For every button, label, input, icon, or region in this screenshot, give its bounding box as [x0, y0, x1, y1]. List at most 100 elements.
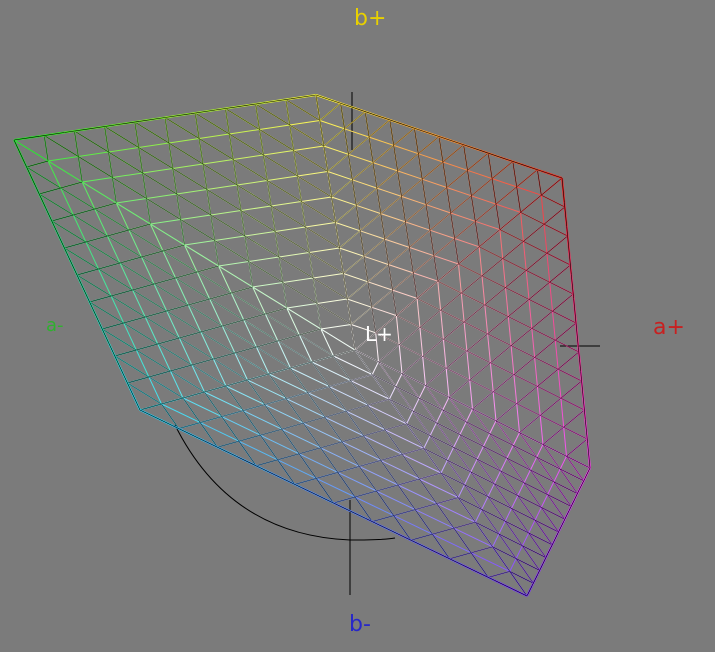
mesh-edge	[429, 230, 435, 256]
mesh-edge	[469, 379, 494, 392]
mesh-edge	[55, 229, 67, 253]
mesh-edge	[552, 311, 556, 341]
mesh-edge	[465, 408, 473, 423]
gamut-viewer[interactable]: b+ b- a- a+ L+	[0, 0, 715, 652]
gamut-wireframe	[13, 94, 591, 597]
mesh-edge	[563, 409, 585, 428]
mesh-edge	[307, 392, 347, 412]
mesh-edge	[440, 459, 448, 474]
mesh-edge	[422, 339, 444, 357]
mesh-edge	[534, 357, 559, 370]
mesh-edge	[309, 252, 314, 279]
mesh-edge	[481, 275, 506, 288]
mesh-edge	[157, 337, 180, 345]
mesh-edge	[376, 170, 398, 189]
mesh-edge	[210, 214, 246, 237]
mesh-edge	[268, 373, 308, 394]
mesh-edge	[536, 444, 544, 458]
mesh-edge	[401, 179, 423, 197]
mesh-edge	[102, 322, 124, 330]
mesh-edge	[331, 179, 353, 198]
mesh-edge	[128, 223, 151, 231]
mesh-edge	[210, 210, 242, 216]
mesh-edge	[378, 361, 396, 387]
mesh-edge	[516, 386, 538, 404]
mesh-edge	[397, 122, 419, 130]
mesh-edge	[82, 177, 113, 183]
mesh-edge	[34, 184, 46, 208]
mesh-edge	[289, 120, 320, 126]
mesh-edge	[243, 404, 265, 411]
mesh-edge	[238, 435, 261, 442]
mesh-edge	[546, 235, 568, 254]
mesh-edge	[541, 170, 563, 179]
mesh-edge	[476, 459, 495, 484]
mesh-edge	[346, 405, 368, 412]
mesh-edge	[45, 207, 57, 231]
mesh-edge	[380, 213, 385, 240]
mesh-edge	[432, 533, 472, 554]
mesh-edge	[301, 196, 332, 202]
mesh-edge	[191, 358, 214, 366]
mesh-edge	[112, 177, 147, 199]
mesh-edge	[422, 161, 444, 180]
mesh-edge	[517, 482, 525, 496]
mesh-edge	[380, 454, 403, 461]
mesh-edge	[164, 113, 191, 118]
mesh-edge	[446, 368, 470, 381]
mesh-edge	[540, 494, 549, 508]
mesh-edge	[566, 438, 588, 457]
mesh-edge	[364, 111, 370, 138]
mesh-edge	[248, 256, 280, 262]
mesh-edge	[523, 482, 542, 508]
mesh-edge	[445, 368, 450, 398]
mesh-edge	[76, 268, 99, 276]
mesh-edge	[60, 181, 83, 189]
mesh-edge	[380, 213, 406, 223]
mesh-edge	[146, 198, 181, 220]
mesh-edge	[508, 316, 532, 329]
mesh-edge	[213, 352, 235, 360]
mesh-edge	[319, 120, 325, 147]
mesh-edge	[289, 124, 294, 151]
mesh-edge	[484, 304, 489, 334]
mesh-edge	[534, 520, 553, 545]
mesh-edge	[481, 258, 503, 276]
mesh-edge	[347, 298, 372, 308]
mesh-edge	[437, 281, 462, 294]
mesh-edge	[560, 380, 582, 399]
mesh-edge	[277, 453, 300, 460]
mesh-edge	[210, 214, 215, 241]
mesh-edge	[231, 286, 253, 294]
mesh-edge	[467, 152, 489, 171]
mesh-edge	[393, 144, 419, 155]
mesh-edge	[531, 328, 536, 358]
mesh-edge	[498, 520, 506, 535]
gamut-mesh-canvas[interactable]	[0, 0, 715, 652]
mesh-edge	[178, 422, 201, 429]
mesh-edge	[402, 453, 442, 474]
mesh-edge	[142, 168, 173, 174]
mesh-edge	[508, 299, 530, 317]
mesh-edge	[161, 397, 184, 405]
mesh-edge	[442, 339, 447, 369]
mesh-edge	[405, 221, 410, 248]
mesh-edge	[557, 351, 579, 370]
mesh-edge	[558, 521, 565, 533]
mesh-edge	[516, 403, 520, 433]
mesh-edge	[502, 241, 524, 259]
mesh-edge	[371, 289, 393, 308]
mesh-edge	[274, 231, 310, 253]
a-plus-axis-label: a+	[653, 315, 685, 340]
mesh-edge	[384, 238, 410, 248]
mesh-edge	[206, 184, 238, 190]
mesh-edge	[217, 441, 239, 448]
mesh-edge	[419, 327, 444, 340]
mesh-edge	[104, 126, 139, 148]
mesh-edge	[495, 420, 514, 446]
mesh-edge	[419, 472, 442, 480]
mesh-edge	[141, 250, 164, 258]
mesh-edge	[460, 292, 465, 323]
mesh-edge	[271, 205, 276, 232]
mesh-edge	[511, 508, 529, 534]
